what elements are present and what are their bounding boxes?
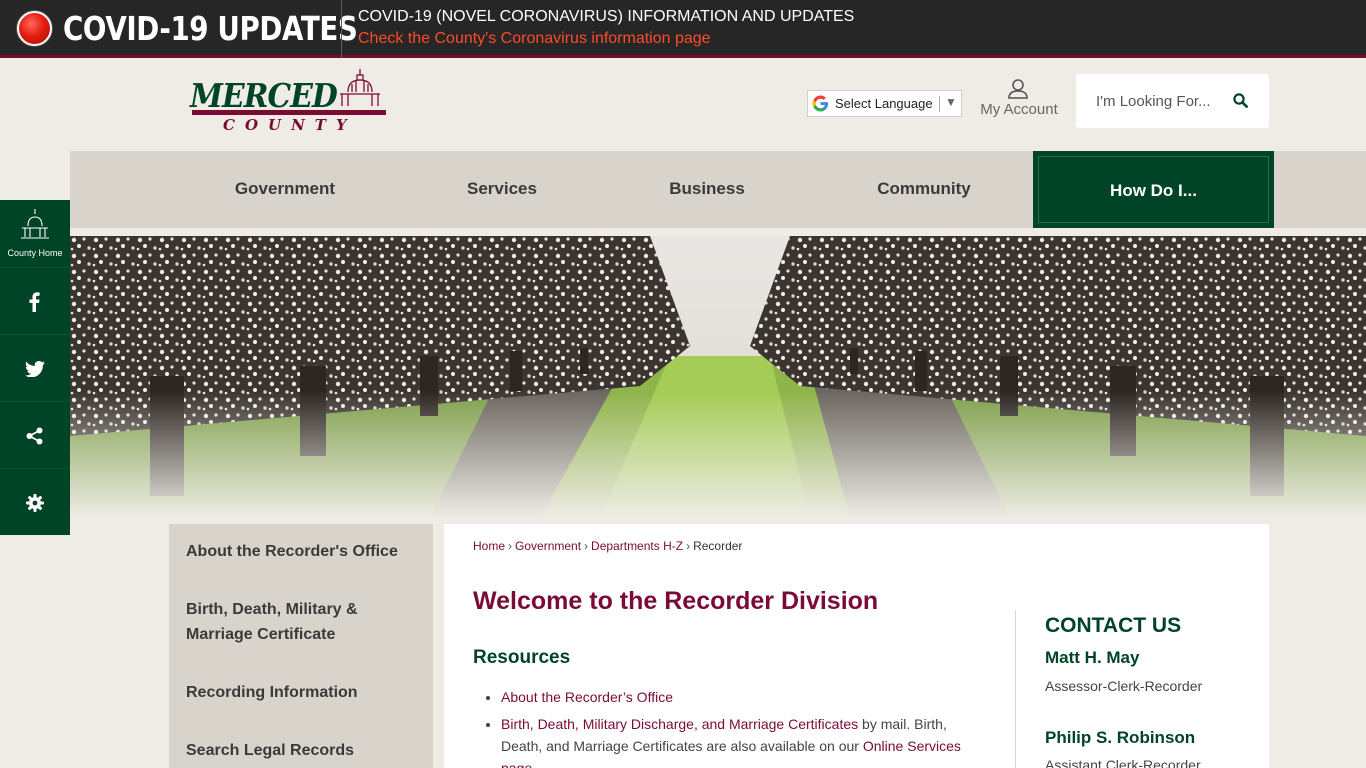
breadcrumb-government[interactable]: Government bbox=[515, 539, 581, 553]
facebook-icon bbox=[29, 292, 40, 312]
nav-item-government[interactable]: Government bbox=[189, 151, 381, 228]
certificates-link[interactable]: Birth, Death, Military Discharge, and Ma… bbox=[501, 716, 858, 732]
search-input[interactable]: I'm Looking For... bbox=[1096, 93, 1211, 110]
breadcrumb-current: Recorder bbox=[693, 539, 743, 553]
side-menu-item-about[interactable]: About the Recorder's Office bbox=[186, 539, 421, 564]
page-title: Welcome to the Recorder Division bbox=[473, 587, 879, 615]
covid-headline: COVID-19 (NOVEL CORONAVIRUS) INFORMATION… bbox=[358, 8, 855, 25]
breadcrumb-separator: › bbox=[508, 539, 513, 553]
resources-list: About the Recorder’s Office Birth, Death… bbox=[501, 686, 981, 768]
gear-icon bbox=[26, 494, 44, 512]
about-recorders-office-link[interactable]: About the Recorder’s Office bbox=[501, 689, 673, 705]
merced-county-logo[interactable]: MERCED COUNTY bbox=[190, 68, 390, 136]
covid-divider bbox=[341, 0, 342, 58]
search-icon[interactable] bbox=[1233, 93, 1248, 108]
contact-role: Assistant Clerk-Recorder bbox=[1045, 757, 1201, 768]
breadcrumb-home[interactable]: Home bbox=[473, 539, 505, 553]
side-menu-item-search-records[interactable]: Search Legal Records bbox=[186, 738, 421, 763]
resources-heading: Resources bbox=[473, 647, 571, 668]
twitter-link[interactable] bbox=[0, 334, 70, 401]
contact-role: Assessor-Clerk-Recorder bbox=[1045, 678, 1203, 694]
nav-item-services[interactable]: Services bbox=[406, 151, 598, 228]
contact-name: Philip S. Robinson bbox=[1045, 728, 1196, 747]
user-icon bbox=[1008, 79, 1028, 99]
covid-info-link[interactable]: Check the County's Coronavirus informati… bbox=[358, 30, 711, 48]
nav-item-how-do-i[interactable]: How Do I... bbox=[1033, 151, 1274, 228]
covid-title: COVID-19 UPDATES bbox=[63, 9, 358, 48]
breadcrumb: Home › Government › Departments H-Z › Recorder bbox=[473, 539, 742, 553]
column-divider bbox=[1015, 610, 1016, 768]
side-menu-item-certificates[interactable]: Birth, Death, Military & Marriage Certif… bbox=[186, 597, 421, 647]
social-rail: County Home bbox=[0, 200, 70, 535]
google-g-icon bbox=[812, 95, 829, 112]
side-menu-item-recording-info[interactable]: Recording Information bbox=[186, 680, 421, 705]
list-item: Birth, Death, Military Discharge, and Ma… bbox=[501, 713, 981, 768]
contact-name: Matt H. May bbox=[1045, 648, 1140, 667]
share-icon bbox=[26, 427, 43, 445]
capitol-icon bbox=[21, 209, 49, 239]
recorder-side-menu: About the Recorder's Office Birth, Death… bbox=[169, 524, 433, 768]
contact-us-heading: CONTACT US bbox=[1045, 614, 1182, 637]
nav-item-business[interactable]: Business bbox=[611, 151, 803, 228]
breadcrumb-departments[interactable]: Departments H-Z bbox=[591, 539, 683, 553]
breadcrumb-separator: › bbox=[584, 539, 589, 553]
county-home-label: County Home bbox=[7, 248, 63, 258]
nav-how-do-i-label: How Do I... bbox=[1038, 156, 1269, 223]
breadcrumb-separator: › bbox=[686, 539, 691, 553]
county-home-link[interactable]: County Home bbox=[0, 200, 70, 267]
my-account-label: My Account bbox=[980, 101, 1058, 118]
chevron-down-icon: ▼ bbox=[945, 95, 957, 109]
alert-dot-icon bbox=[17, 11, 52, 46]
language-select-label: Select Language bbox=[835, 96, 933, 111]
twitter-icon bbox=[25, 361, 45, 377]
logo-underline bbox=[192, 110, 386, 115]
facebook-link[interactable] bbox=[0, 267, 70, 334]
search-box[interactable]: I'm Looking For... bbox=[1076, 74, 1269, 128]
my-account-button[interactable]: My Account bbox=[975, 78, 1063, 122]
capitol-dome-icon bbox=[340, 69, 380, 106]
language-select[interactable]: Select Language ▼ bbox=[807, 90, 962, 117]
settings-link[interactable] bbox=[0, 468, 70, 535]
logo-county-text: COUNTY bbox=[223, 116, 357, 134]
hero-orchard-image bbox=[70, 236, 1366, 518]
share-link[interactable] bbox=[0, 401, 70, 468]
language-select-divider bbox=[939, 96, 940, 112]
main-content: Home › Government › Departments H-Z › Recorder… bbox=[444, 524, 1269, 768]
covid-banner: COVID-19 UPDATES COVID-19 (NOVEL CORONAV… bbox=[0, 0, 1366, 58]
nav-item-community[interactable]: Community bbox=[828, 151, 1020, 228]
list-item: About the Recorder’s Office bbox=[501, 686, 981, 708]
